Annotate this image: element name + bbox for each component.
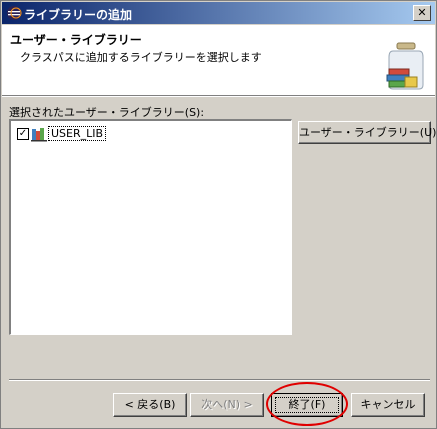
finish-highlight-annotation	[266, 382, 348, 426]
user-lib-name: USER_LIB	[48, 126, 107, 141]
add-library-dialog: ライブラリーの追加 ✕ ユーザー・ライブラリー クラスパスに追加するライブラリー…	[0, 0, 437, 429]
next-button: 次へ(N) >	[190, 393, 264, 417]
eclipse-icon	[7, 6, 22, 20]
library-jar-icon	[386, 42, 424, 90]
close-button[interactable]: ✕	[413, 5, 431, 21]
close-icon: ✕	[417, 6, 427, 19]
user-lib-checkbox[interactable]: ✓	[17, 128, 29, 140]
page-description: クラスパスに追加するライブラリーを選択します	[20, 51, 262, 64]
wizard-header: ユーザー・ライブラリー クラスパスに追加するライブラリーを選択します	[2, 25, 435, 96]
check-icon: ✓	[18, 128, 28, 139]
window-title: ライブラリーの追加	[24, 8, 133, 22]
header-divider	[2, 96, 435, 97]
cancel-button[interactable]: キャンセル	[351, 393, 425, 417]
user-library-list-label: 選択されたユーザー・ライブラリー(S):	[9, 106, 205, 119]
back-button[interactable]: < 戻る(B)	[113, 393, 187, 417]
library-icon	[31, 128, 47, 142]
user-libraries-button[interactable]: ユーザー・ライブラリー(U)...	[298, 121, 437, 144]
user-library-list[interactable]: ✓ USER_LIB	[9, 119, 292, 335]
title-bar[interactable]: ライブラリーの追加 ✕	[2, 2, 435, 24]
page-title: ユーザー・ライブラリー	[10, 33, 142, 47]
footer-divider-highlight	[9, 380, 430, 381]
